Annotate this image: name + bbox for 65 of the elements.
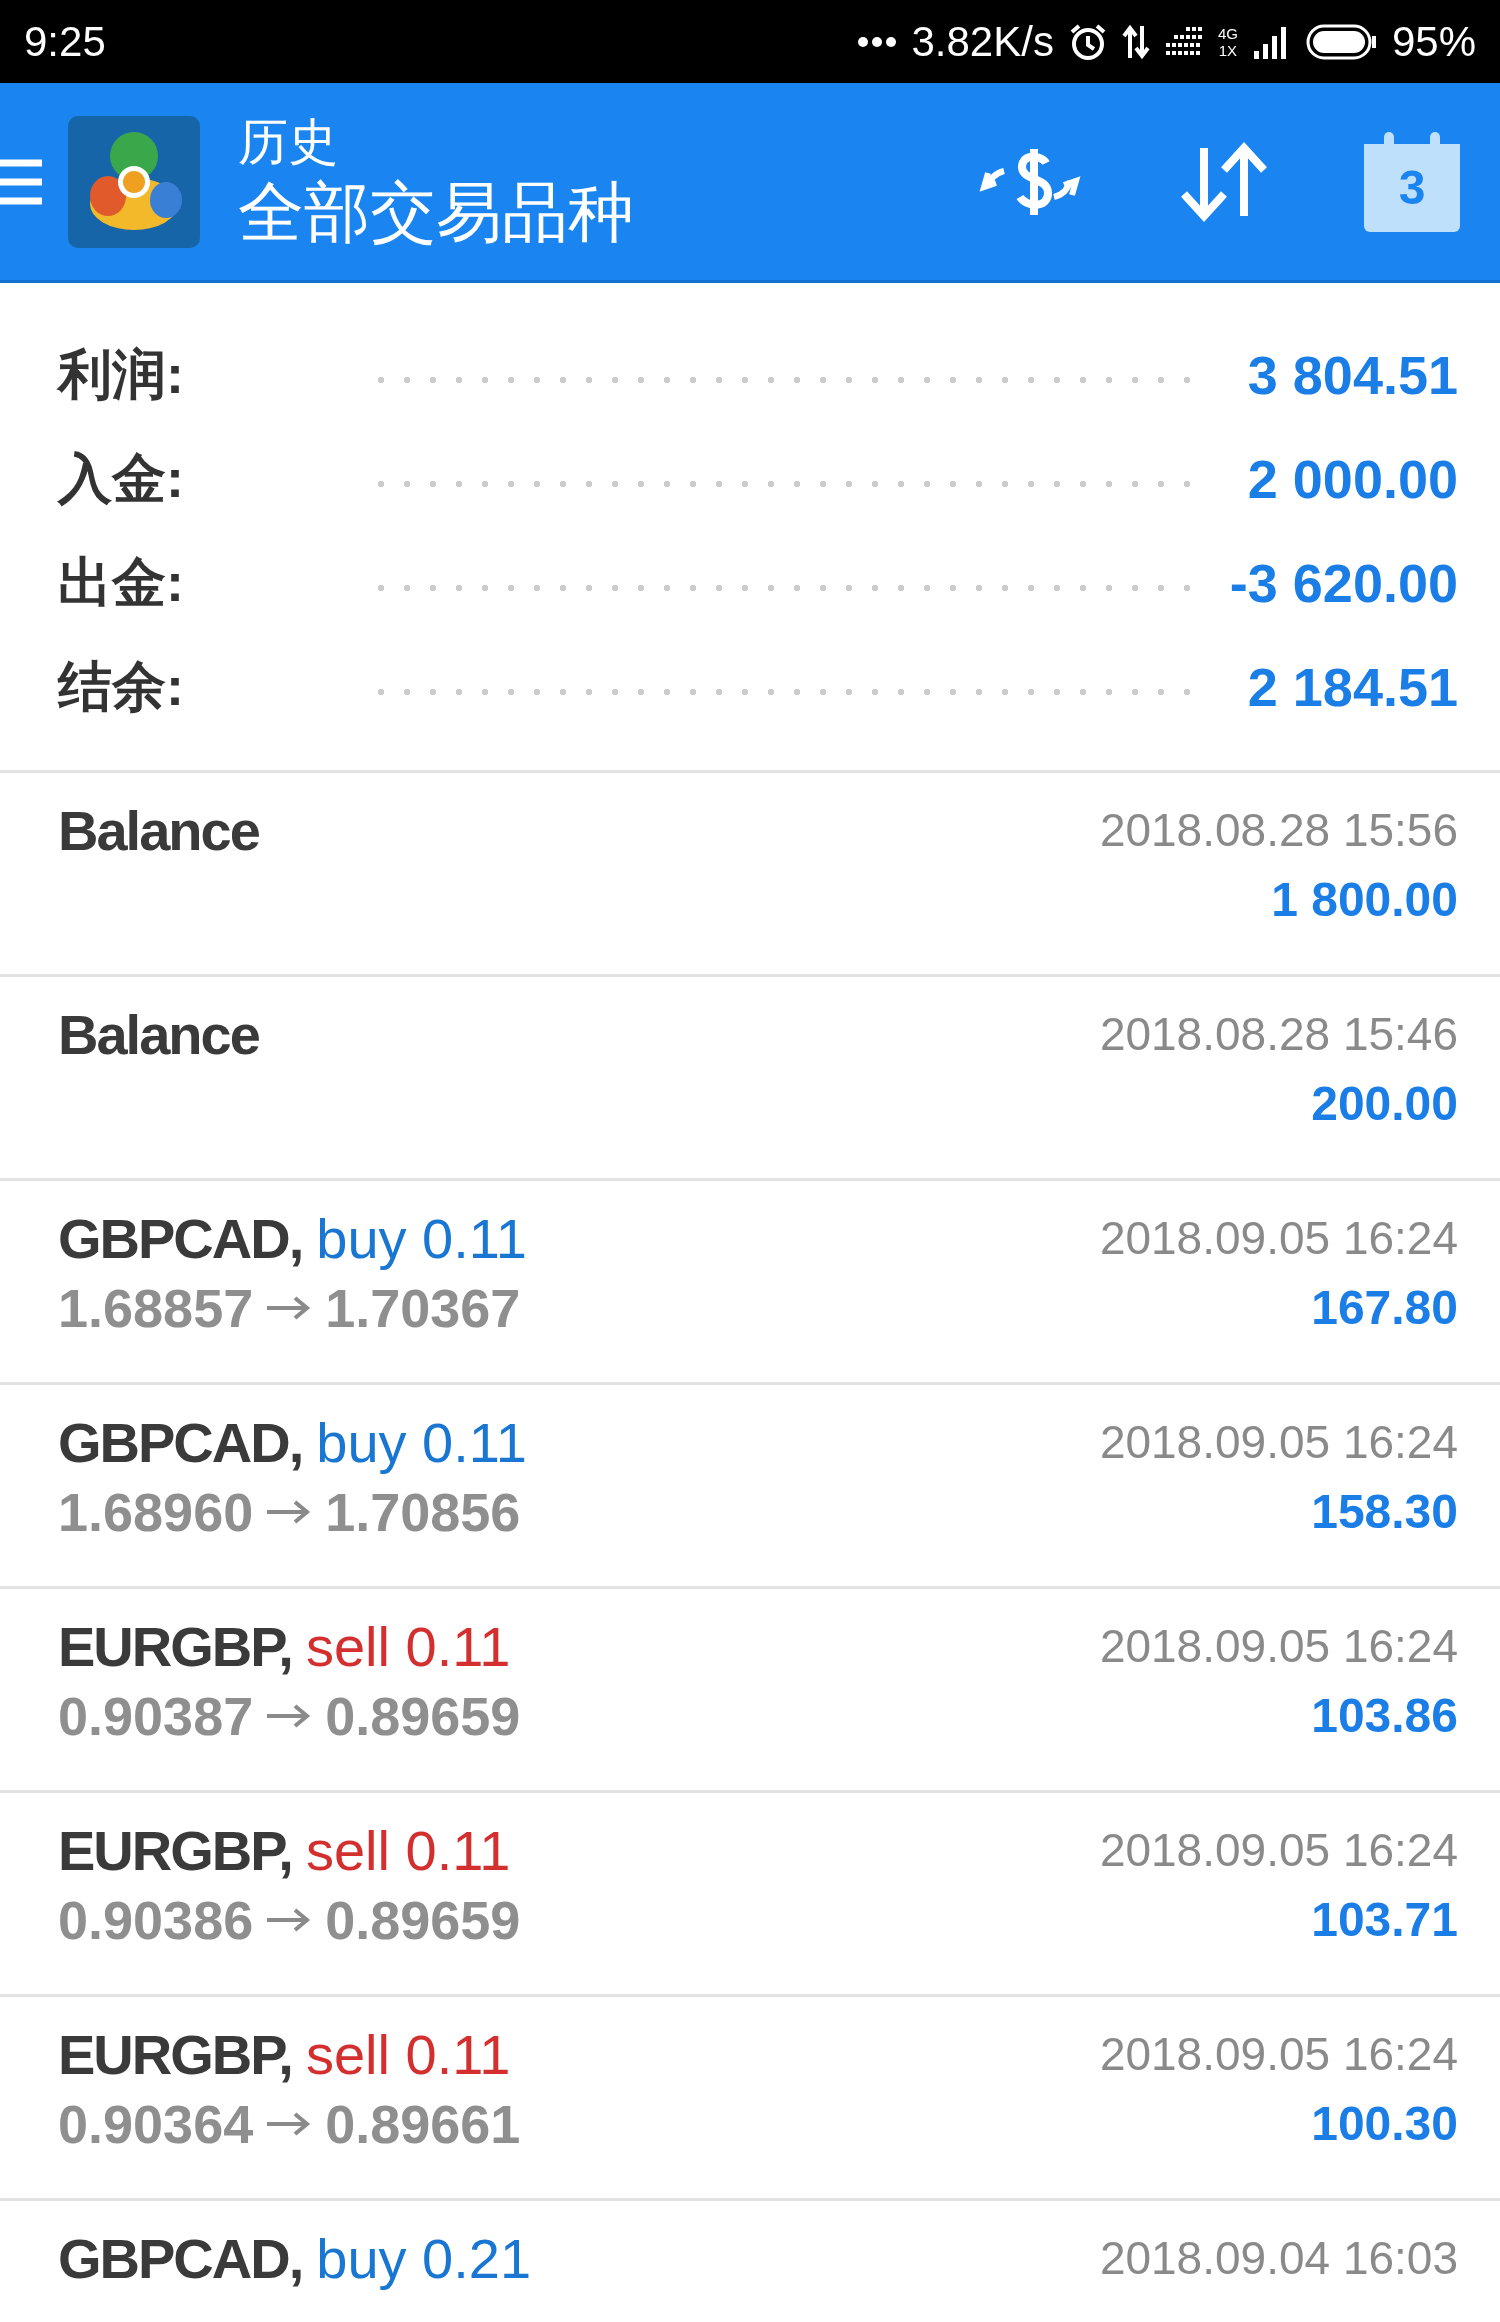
- deal-time: 2018.09.05 16:24: [1099, 1619, 1458, 1674]
- arrow-icon: [267, 1500, 312, 1524]
- arrow-icon: [267, 2112, 312, 2136]
- summary-value: 3 804.51: [1247, 344, 1458, 406]
- arrow-icon: [267, 1704, 312, 1728]
- deal-time: 2018.09.05 16:24: [1099, 1415, 1458, 1470]
- sim-label: 1X: [1218, 41, 1238, 59]
- trade-side: sell 0.11: [305, 1817, 511, 1883]
- deal-profit: 1 800.00: [1271, 872, 1458, 928]
- trade-side: buy 0.11: [316, 1409, 527, 1475]
- data-arrows-icon: [1121, 23, 1150, 60]
- trade-side: sell 0.11: [305, 2021, 511, 2087]
- trade-symbol: GBPCAD,: [58, 2225, 303, 2291]
- deal-time: 2018.09.05 16:24: [1099, 1823, 1458, 1878]
- deal-profit: 200.00: [1311, 1076, 1458, 1132]
- close-price: 1.70856: [325, 1481, 521, 1543]
- deal-time: 2018.08.28 15:56: [1099, 803, 1458, 858]
- summary-value: 2 000.00: [1247, 448, 1458, 510]
- deal-time: 2018.08.28 15:46: [1099, 1007, 1458, 1062]
- close-price: 0.89661: [325, 2093, 521, 2155]
- open-price: 0.90364: [58, 2093, 254, 2155]
- arrow-icon: [267, 1296, 312, 1320]
- network-type: 4G: [1217, 24, 1238, 42]
- battery-icon: [1305, 23, 1378, 60]
- arrow-icon: [267, 1908, 312, 1932]
- trade-symbol: GBPCAD,: [58, 1205, 303, 1271]
- deal-profit: 103.71: [1311, 1892, 1458, 1948]
- trade-side: buy 0.21: [316, 2225, 532, 2291]
- app-logo-icon[interactable]: [68, 115, 200, 248]
- open-price: 1.68960: [58, 1481, 254, 1543]
- close-price: 0.89659: [325, 1889, 521, 1951]
- trade-side: buy 0.11: [316, 1205, 527, 1271]
- more-icon: [857, 35, 898, 48]
- trade-symbol: GBPCAD,: [58, 1409, 303, 1475]
- deal-time: 2018.09.05 16:24: [1099, 2027, 1458, 2082]
- trade-side: sell 0.11: [305, 1613, 511, 1679]
- deal-type: Balance: [58, 797, 259, 863]
- symbol-filter[interactable]: 全部交易品种: [238, 171, 974, 252]
- open-price: 0.90387: [58, 1685, 254, 1747]
- close-price: 1.70367: [325, 1277, 521, 1339]
- screen-title: 历史: [238, 112, 339, 172]
- trade-symbol: EURGBP,: [58, 1613, 292, 1679]
- trade-symbol: EURGBP,: [58, 2021, 292, 2087]
- signal-icon: [1163, 26, 1204, 57]
- calendar-button[interactable]: 3: [1364, 131, 1460, 232]
- deal-time: 2018.09.05 16:24: [1099, 1211, 1458, 1266]
- summary-label: 利润:: [58, 342, 185, 406]
- network-speed: 3.82K/s: [911, 17, 1054, 66]
- deal-profit: 167.80: [1311, 1280, 1458, 1336]
- summary-value: 2 184.51: [1247, 656, 1458, 718]
- summary-value: -3 620.00: [1229, 552, 1458, 614]
- status-time: 9:25: [24, 17, 106, 66]
- deal-type: Balance: [58, 1001, 259, 1067]
- deal-profit: 158.30: [1311, 1484, 1458, 1540]
- deal-profit: 100.30: [1311, 2096, 1458, 2152]
- open-price: 0.90386: [58, 1889, 254, 1951]
- summary-label: 出金:: [58, 550, 185, 614]
- summary-label: 入金:: [58, 446, 185, 510]
- trade-symbol: EURGBP,: [58, 1817, 292, 1883]
- battery-percent: 95%: [1391, 17, 1476, 66]
- open-price: 1.68857: [58, 1277, 254, 1339]
- close-price: 0.89659: [325, 1685, 521, 1747]
- deal-profit: 103.86: [1311, 1688, 1458, 1744]
- deal-time: 2018.09.04 16:03: [1099, 2231, 1458, 2286]
- summary-label: 结余:: [58, 654, 185, 718]
